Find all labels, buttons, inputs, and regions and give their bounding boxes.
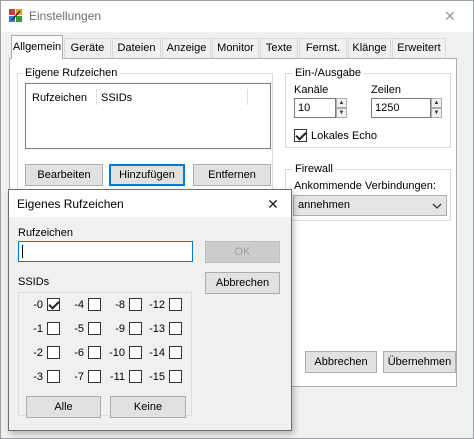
text-caret bbox=[22, 245, 23, 258]
lines-spinner[interactable]: ▲ ▼ bbox=[431, 98, 442, 118]
channels-field[interactable]: 10 bbox=[294, 98, 336, 118]
lines-field[interactable]: 1250 bbox=[371, 98, 431, 118]
ssid-checkbox[interactable] bbox=[88, 298, 101, 311]
ssid-checkbox[interactable] bbox=[169, 298, 182, 311]
dialog-ssids-label: SSIDs bbox=[18, 276, 50, 288]
ssid-label: -0 bbox=[33, 299, 43, 311]
ssid-label: -2 bbox=[33, 347, 43, 359]
lines-label: Zeilen bbox=[371, 84, 401, 96]
column-divider bbox=[247, 89, 248, 105]
ssid-checkbox[interactable] bbox=[129, 370, 142, 383]
ssid-checkbox[interactable] bbox=[47, 322, 60, 335]
io-group-label: Ein-/Ausgabe bbox=[293, 67, 364, 80]
ssid-checkbox[interactable] bbox=[88, 322, 101, 335]
spin-up-icon[interactable]: ▲ bbox=[336, 98, 347, 108]
remove-button[interactable]: Entfernen bbox=[193, 164, 271, 186]
ssid-label: -6 bbox=[74, 347, 84, 359]
ssid-label: -12 bbox=[149, 299, 165, 311]
window-title: Einstellungen bbox=[29, 9, 102, 23]
dialog-title: Eigenes Rufzeichen bbox=[17, 197, 124, 211]
dialog-callsign-input[interactable] bbox=[18, 241, 193, 262]
tab-klaenge[interactable]: Klänge bbox=[348, 38, 391, 58]
tab-geraete[interactable]: Geräte bbox=[64, 38, 111, 58]
ssid-label: -13 bbox=[149, 323, 165, 335]
window-titlebar[interactable]: Einstellungen ✕ bbox=[1, 1, 473, 32]
ssid-label: -8 bbox=[115, 299, 125, 311]
callsign-list[interactable]: Rufzeichen SSIDs bbox=[25, 83, 271, 149]
ssid-checkbox[interactable] bbox=[47, 346, 60, 359]
local-echo-checkbox[interactable] bbox=[294, 129, 307, 142]
ssid-label: -1 bbox=[33, 323, 43, 335]
select-none-button[interactable]: Keine bbox=[110, 396, 186, 418]
main-cancel-button[interactable]: Abbrechen bbox=[305, 351, 377, 373]
firewall-group-label: Firewall bbox=[293, 163, 335, 176]
tab-texte[interactable]: Texte bbox=[260, 38, 298, 58]
spin-up-icon[interactable]: ▲ bbox=[431, 98, 442, 108]
add-button[interactable]: Hinzufügen bbox=[109, 164, 185, 186]
tab-allgemein[interactable]: Allgemein bbox=[11, 35, 63, 59]
ssid-checkbox[interactable] bbox=[88, 370, 101, 383]
main-apply-button[interactable]: Übernehmen bbox=[383, 351, 456, 373]
ssid-label: -11 bbox=[109, 371, 125, 383]
tab-monitor[interactable]: Monitor bbox=[212, 38, 259, 58]
ssid-label: -14 bbox=[149, 347, 165, 359]
ssid-label: -4 bbox=[74, 299, 84, 311]
callsign-dialog: Eigenes Rufzeichen ✕ Rufzeichen OK Abbre… bbox=[8, 189, 292, 431]
tab-dateien[interactable]: Dateien bbox=[112, 38, 161, 58]
ssid-checkbox[interactable] bbox=[169, 346, 182, 359]
channels-spinner[interactable]: ▲ ▼ bbox=[336, 98, 347, 118]
spin-down-icon[interactable]: ▼ bbox=[431, 108, 442, 118]
dialog-cancel-button[interactable]: Abbrechen bbox=[205, 272, 280, 294]
channels-label: Kanäle bbox=[294, 84, 329, 96]
ssid-checkbox[interactable] bbox=[169, 322, 182, 335]
dialog-close-icon[interactable]: ✕ bbox=[263, 194, 283, 214]
dialog-callsign-label: Rufzeichen bbox=[18, 227, 74, 239]
dialog-titlebar[interactable]: Eigenes Rufzeichen ✕ bbox=[9, 190, 291, 217]
window-close-icon[interactable]: ✕ bbox=[437, 6, 463, 26]
ssid-label: -15 bbox=[149, 371, 165, 383]
select-all-button[interactable]: Alle bbox=[26, 396, 101, 418]
tab-erweitert[interactable]: Erweitert bbox=[392, 38, 446, 58]
incoming-connections-select[interactable]: annehmen bbox=[293, 195, 447, 216]
column-divider bbox=[96, 89, 97, 105]
ssid-checkbox[interactable] bbox=[129, 298, 142, 311]
app-icon bbox=[9, 9, 22, 22]
tab-anzeige[interactable]: Anzeige bbox=[162, 38, 211, 58]
incoming-connections-value: annehmen bbox=[298, 199, 350, 211]
chevron-down-icon bbox=[432, 203, 442, 209]
lines-value: 1250 bbox=[375, 102, 400, 114]
ssid-checkbox[interactable] bbox=[88, 346, 101, 359]
ssid-checkbox[interactable] bbox=[47, 370, 60, 383]
ssid-label: -10 bbox=[109, 347, 125, 359]
ssid-label: -9 bbox=[115, 323, 125, 335]
ssid-checkbox[interactable] bbox=[169, 370, 182, 383]
incoming-connections-label: Ankommende Verbindungen: bbox=[294, 180, 436, 192]
dialog-ok-button[interactable]: OK bbox=[205, 241, 280, 263]
ssid-checkbox[interactable] bbox=[129, 322, 142, 335]
ssid-label: -3 bbox=[33, 371, 43, 383]
column-header-ssids[interactable]: SSIDs bbox=[101, 92, 132, 104]
ssid-checkbox[interactable] bbox=[129, 346, 142, 359]
edit-button[interactable]: Bearbeiten bbox=[25, 164, 103, 186]
ssid-label: -5 bbox=[74, 323, 84, 335]
tab-fernst[interactable]: Fernst. bbox=[299, 38, 347, 58]
local-echo-label: Lokales Echo bbox=[311, 130, 378, 142]
ssid-checkbox[interactable] bbox=[47, 298, 60, 311]
ssid-label: -7 bbox=[74, 371, 84, 383]
callsign-group-label: Eigene Rufzeichen bbox=[23, 67, 120, 80]
channels-value: 10 bbox=[298, 102, 311, 114]
column-header-callsign[interactable]: Rufzeichen bbox=[32, 92, 87, 104]
spin-down-icon[interactable]: ▼ bbox=[336, 108, 347, 118]
